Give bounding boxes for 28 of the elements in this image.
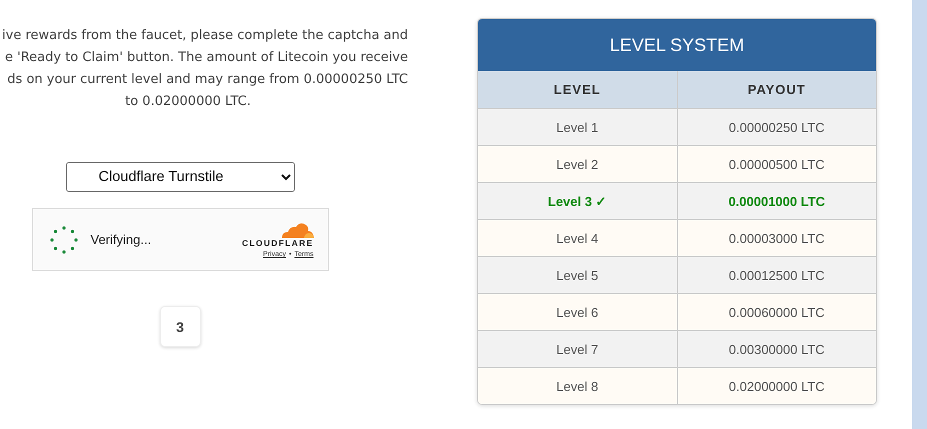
table-cell: Level 8 (478, 368, 677, 404)
captcha-status: Verifying... (90, 232, 152, 247)
card-title: LEVEL SYSTEM (478, 19, 876, 71)
intro-text: to 0.02000000 LTC. (125, 93, 251, 111)
table-cell: Level 1 (478, 108, 677, 146)
table-cell: Level 4 (478, 220, 677, 256)
table-cell: 0.00000500 LTC (677, 146, 876, 182)
table-cell: Level 5 (478, 256, 677, 294)
intro-text: ds on your current level and may range from 0.00000250 LTC (7, 71, 408, 89)
table-cell: 0.00300000 LTC (677, 330, 876, 368)
table-cell: 0.00012500 LTC (677, 256, 876, 294)
spinner-icon (48, 224, 78, 254)
table-cell: 0.00060000 LTC (677, 294, 876, 330)
column-header: PAYOUT (677, 71, 876, 108)
table-cell: Level 2 (478, 146, 677, 182)
table-cell: Level 6 (478, 294, 677, 330)
table-cell: 0.00003000 LTC (677, 220, 876, 256)
table-cell: 0.02000000 LTC (677, 368, 876, 404)
brand-logo: CLOUDFLARE (242, 238, 314, 248)
table-cell: Level 3 ✓ (478, 182, 677, 220)
table-cell: 0.00001000 LTC (677, 182, 876, 220)
table-cell: 0.00000250 LTC (677, 108, 876, 146)
captcha-select[interactable]: Cloudflare Turnstile (66, 162, 294, 192)
intro-text: ive rewards from the faucet, please complete the captcha and (2, 27, 408, 45)
countdown-button[interactable]: 3 (160, 306, 200, 347)
table-cell: Level 7 (478, 330, 677, 368)
column-header: LEVEL (478, 71, 677, 108)
intro-text: e 'Ready to Claim' button. The amount of Litecoin you receive (5, 49, 408, 67)
